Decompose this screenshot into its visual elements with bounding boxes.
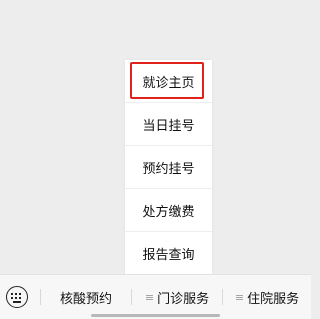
list-icon: ≡ [234,290,245,304]
tab-label: 住院服务 [247,291,300,307]
keyboard-icon[interactable] [6,286,28,308]
tab-nucleic-acid-appointment[interactable]: 核酸预约 [41,275,131,319]
tab-outpatient-services[interactable]: ≡ 门诊服务 [132,275,222,319]
menu-item-label: 预约挂号 [142,162,195,177]
menu-item-report-query[interactable]: 报告查询 [125,232,212,275]
menu-item-label: 就诊主页 [142,76,195,91]
menu-item-label: 处方缴费 [142,205,195,220]
list-icon: ≡ [144,290,155,304]
menu-item-same-day-registration[interactable]: 当日挂号 [125,103,212,146]
home-indicator [91,314,220,317]
menu-item-home[interactable]: 就诊主页 [125,60,212,103]
menu-item-appointment-registration[interactable]: 预约挂号 [125,146,212,189]
menu-item-prescription-payment[interactable]: 处方缴费 [125,189,212,232]
tab-label: 门诊服务 [157,291,210,307]
menu-item-label: 报告查询 [142,248,195,263]
bottom-menu-bar: 核酸预约 ≡ 门诊服务 ≡ 住院服务 [0,274,311,319]
tab-inpatient-services[interactable]: ≡ 住院服务 [223,275,311,319]
submenu-popup: 就诊主页 当日挂号 预约挂号 处方缴费 报告查询 [125,60,212,274]
menu-item-label: 当日挂号 [142,119,195,134]
tab-label: 核酸预约 [59,291,112,307]
